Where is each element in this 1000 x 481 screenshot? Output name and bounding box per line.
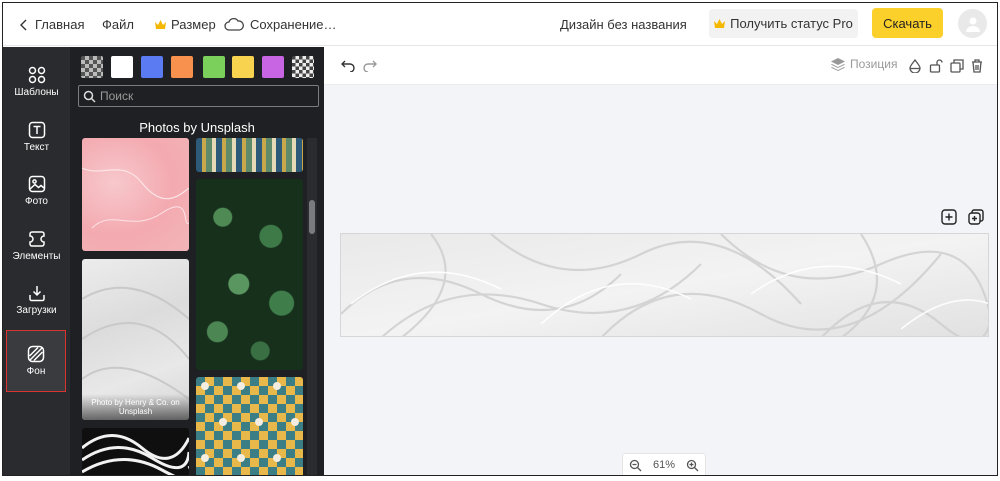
file-label: Файл	[102, 17, 134, 32]
background-photo-mosaic[interactable]	[196, 377, 303, 475]
sidebar-item-label: Загрузки	[16, 305, 57, 316]
sidebar-item-elements[interactable]: Элементы	[3, 221, 70, 271]
zoom-level[interactable]: 61%	[653, 459, 675, 471]
zoom-in-icon[interactable]	[686, 459, 699, 472]
search-icon	[83, 90, 96, 103]
sidebar-item-label: Элементы	[12, 251, 61, 262]
text-icon	[28, 121, 46, 139]
background-photo-green-leaves[interactable]	[196, 179, 303, 370]
duplicate-page-icon[interactable]	[967, 208, 985, 226]
background-photo-stripes[interactable]	[82, 428, 189, 475]
section-title: Photos by Unsplash	[139, 120, 255, 135]
avatar[interactable]	[958, 9, 987, 38]
canvas-area: Позиция 61%	[324, 47, 997, 475]
background-photo-pink-marble[interactable]	[82, 138, 189, 251]
sidebar-rail: Шаблоны Текст Фото Элементы Загрузки Фон	[3, 47, 70, 475]
lock-icon[interactable]	[928, 58, 944, 74]
scrollbar-thumb[interactable]	[309, 200, 315, 234]
chevron-left-icon	[19, 19, 29, 31]
size-label: Размер	[171, 17, 216, 32]
search-field[interactable]	[78, 85, 319, 107]
photo-caption: Photo by Henry & Co. on Unsplash	[82, 394, 189, 420]
sidebar-item-label: Текст	[23, 142, 50, 153]
trash-icon[interactable]	[969, 58, 985, 74]
position-label: Позиция	[850, 57, 898, 71]
transparency-icon[interactable]	[907, 58, 923, 74]
background-photo-white-plaster[interactable]: Photo by Henry & Co. on Unsplash	[82, 259, 189, 420]
swatch-blue[interactable]	[141, 56, 163, 78]
swatch-transparent[interactable]	[292, 56, 314, 78]
panel-scrollbar[interactable]	[307, 138, 317, 475]
canvas-toolbar: Позиция	[324, 47, 997, 85]
elements-icon	[28, 230, 46, 248]
redo-icon[interactable]	[362, 58, 378, 74]
templates-icon	[28, 66, 46, 84]
uploads-icon	[28, 284, 46, 302]
pro-label: Получить статус Pro	[730, 16, 853, 31]
marble-veins	[82, 167, 189, 229]
sidebar-item-photo[interactable]: Фото	[3, 166, 70, 216]
swatch-yellow[interactable]	[232, 56, 254, 78]
download-label: Скачать	[883, 15, 932, 31]
white-plaster-texture	[341, 234, 988, 336]
background-panel: Photos by Unsplash Photo by Henry & Co. …	[70, 47, 324, 475]
top-bar: Главная Файл Размер Сохранение… Дизайн б…	[3, 3, 997, 46]
crown-icon	[714, 19, 726, 28]
resize-button[interactable]: Размер	[155, 3, 216, 46]
undo-icon[interactable]	[340, 58, 356, 74]
zoom-control: 61%	[622, 453, 706, 475]
swatch-purple[interactable]	[262, 56, 284, 78]
swatch-orange[interactable]	[171, 56, 193, 78]
layers-icon	[831, 57, 845, 71]
home-link[interactable]: Главная	[19, 3, 84, 46]
sidebar-item-label: Фон	[26, 366, 46, 377]
photo-icon	[28, 175, 46, 193]
user-icon	[964, 15, 982, 33]
design-title[interactable]: Дизайн без названия	[560, 3, 687, 46]
sidebar-item-label: Шаблоны	[14, 87, 59, 98]
sidebar-item-templates[interactable]: Шаблоны	[3, 57, 70, 107]
mosaic-stars	[201, 382, 299, 462]
file-menu[interactable]: Файл	[102, 3, 134, 46]
swatch-white[interactable]	[111, 56, 133, 78]
sidebar-item-background[interactable]: Фон	[6, 330, 66, 392]
sidebar-item-text[interactable]: Текст	[3, 112, 70, 162]
background-icon	[27, 345, 45, 363]
zoom-out-icon[interactable]	[629, 459, 642, 472]
design-title-text: Дизайн без названия	[560, 17, 687, 32]
app-window: Главная Файл Размер Сохранение… Дизайн б…	[2, 2, 998, 476]
crown-icon	[155, 20, 166, 29]
home-label: Главная	[35, 17, 85, 32]
saving-label: Сохранение…	[250, 17, 337, 32]
swatch-image[interactable]	[81, 56, 103, 78]
add-page-icon[interactable]	[940, 208, 958, 226]
search-input[interactable]	[100, 89, 310, 103]
position-button[interactable]: Позиция	[831, 57, 897, 71]
download-button[interactable]: Скачать	[872, 8, 943, 38]
duplicate-icon[interactable]	[949, 58, 965, 74]
swatch-green[interactable]	[203, 56, 225, 78]
get-pro-button[interactable]: Получить статус Pro	[709, 9, 858, 38]
sidebar-item-uploads[interactable]: Загрузки	[3, 275, 70, 325]
sidebar-item-label: Фото	[25, 196, 48, 207]
cloud-icon	[224, 18, 244, 31]
background-photo-tile-pattern[interactable]	[196, 138, 303, 172]
save-status: Сохранение…	[224, 3, 337, 46]
design-canvas[interactable]	[340, 233, 989, 337]
stripe-curves	[82, 434, 189, 475]
